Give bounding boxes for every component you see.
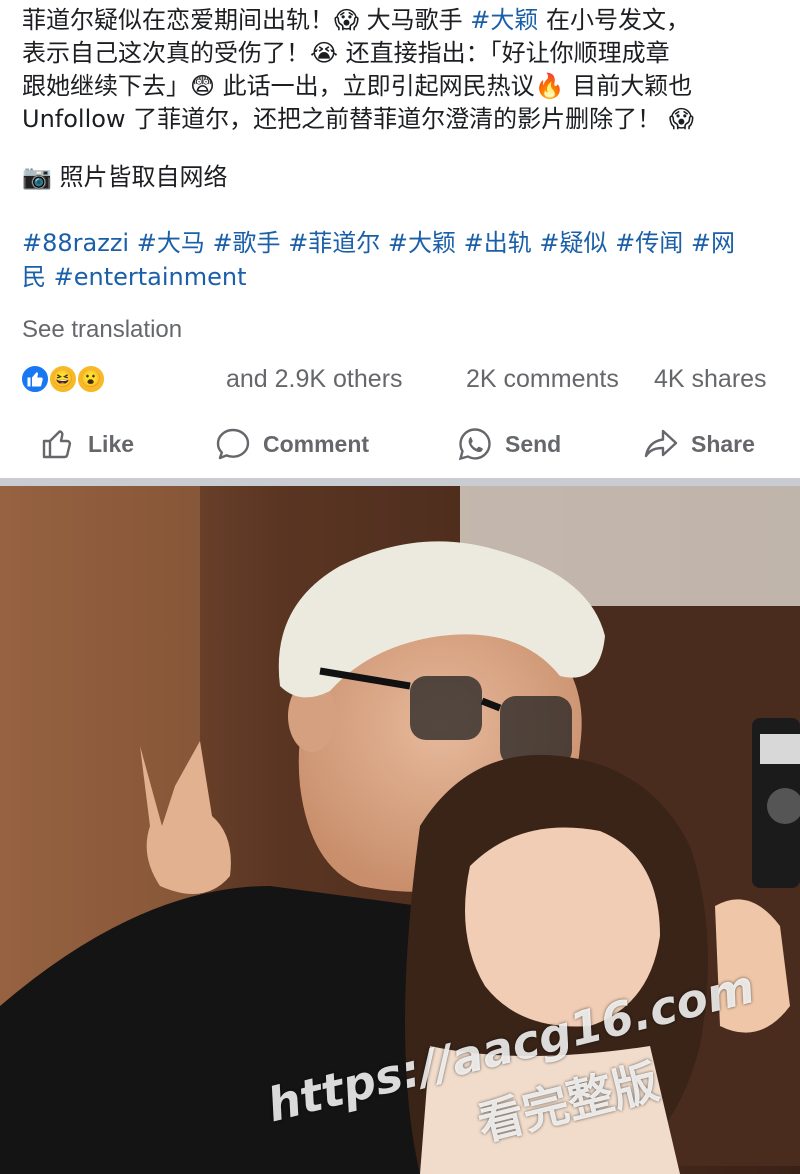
- reaction-count[interactable]: and 2.9K others: [226, 365, 403, 394]
- scream-emoji: 😱: [668, 105, 694, 133]
- fearful-emoji: 😨: [190, 72, 216, 100]
- hashtag-line-2[interactable]: 民 #entertainment: [22, 260, 782, 294]
- hashtag-link[interactable]: #大颖: [470, 6, 538, 34]
- post-text-segment: 在小号发文，: [538, 6, 691, 34]
- hashtag-list: #88razzi #大马 #歌手 #菲道尔 #大颖 #出轨 #疑似 #传闻 #网…: [22, 226, 782, 294]
- post-text-segment: 大马歌手: [359, 6, 471, 34]
- redacted-names: [115, 370, 225, 390]
- share-count[interactable]: 4K shares: [654, 365, 767, 394]
- share-arrow-icon: [644, 429, 678, 458]
- post-line-2: 表示自己这次真的受伤了！😭 还直接指出：「好让你顺理成章: [22, 37, 792, 70]
- crying-emoji: 😭: [310, 39, 339, 67]
- comment-icon: [216, 428, 250, 460]
- post-body: 菲道尔疑似在恋爱期间出轨！😱 大马歌手 #大颖 在小号发文， 表示自己这次真的受…: [22, 4, 792, 136]
- post-text-segment: 跟她继续下去」: [22, 72, 190, 100]
- section-divider: [0, 478, 800, 486]
- comment-count[interactable]: 2K comments: [466, 365, 619, 394]
- post-line-4: Unfollow 了菲道尔，还把之前替菲道尔澄清的影片删除了！ 😱: [22, 103, 792, 136]
- reactions-summary: 😆 😮 and 2.9K others 2K comments 4K share…: [20, 362, 780, 396]
- like-label: Like: [88, 430, 135, 457]
- hashtag-line-1[interactable]: #88razzi #大马 #歌手 #菲道尔 #大颖 #出轨 #疑似 #传闻 #网: [22, 226, 782, 260]
- comment-button[interactable]: Comment: [215, 424, 369, 464]
- share-button[interactable]: Share: [643, 424, 755, 464]
- haha-reaction-icon[interactable]: 😆: [48, 364, 78, 394]
- thumbs-up-icon: [42, 430, 72, 459]
- send-button[interactable]: Send: [457, 424, 561, 464]
- share-label: Share: [691, 430, 755, 457]
- post-text-segment: 菲道尔疑似在恋爱期间出轨！: [22, 6, 334, 34]
- fire-emoji: 🔥: [534, 72, 565, 100]
- post-line-1: 菲道尔疑似在恋爱期间出轨！😱 大马歌手 #大颖 在小号发文，: [22, 4, 792, 37]
- comment-label: Comment: [263, 430, 370, 457]
- photo-note-text: 照片皆取自网络: [51, 163, 228, 191]
- post-action-bar: Like Comment Send Share: [0, 420, 800, 468]
- scream-emoji: 😱: [334, 6, 360, 34]
- whatsapp-icon: [458, 428, 491, 461]
- wow-reaction-icon[interactable]: 😮: [76, 364, 106, 394]
- camera-icon: 📷: [22, 163, 52, 191]
- post-text-segment: 此话一出，立即引起网民热议: [215, 72, 535, 100]
- post-text-segment: 表示自己这次真的受伤了！: [22, 39, 310, 67]
- post-text-segment: Unfollow 了菲道尔，还把之前替菲道尔澄清的影片删除了！: [22, 105, 662, 133]
- like-button[interactable]: Like: [40, 424, 134, 464]
- post-line-3: 跟她继续下去」😨 此话一出，立即引起网民热议🔥 目前大颖也: [22, 70, 792, 103]
- see-translation-link[interactable]: See translation: [22, 316, 182, 344]
- post-text-segment: 目前大颖也: [564, 72, 693, 100]
- send-label: Send: [505, 430, 562, 457]
- photo-source-note: 📷 照片皆取自网络: [22, 161, 228, 194]
- post-text-segment: 还直接指出：「好让你顺理成章: [338, 39, 670, 67]
- like-reaction-icon[interactable]: [20, 364, 50, 394]
